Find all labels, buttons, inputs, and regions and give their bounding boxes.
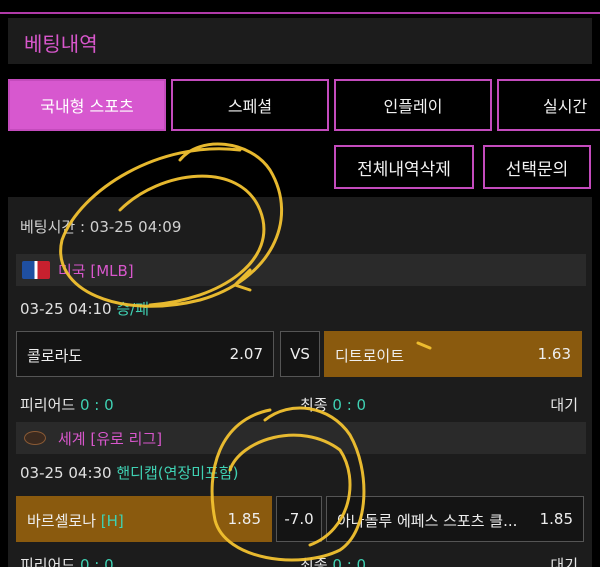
home-odd: 1.85: [227, 510, 261, 528]
period-label: 피리어드: [20, 556, 76, 567]
match-time-value: 03-25 04:10: [20, 300, 112, 318]
away-team: 디트로이트: [335, 347, 405, 365]
match-time-value: 03-25 04:30: [20, 464, 112, 482]
period-score: 0 : 0: [79, 556, 114, 567]
period-score: 0 : 0: [79, 396, 114, 414]
tab-label: 스페셜: [227, 97, 273, 116]
final-score: 0 : 0: [332, 556, 367, 567]
result-row: 피리어드 0 : 0 최종 0 : 0 대기: [20, 554, 580, 567]
bet-time: 베팅시간 : 03-25 04:09: [20, 218, 182, 236]
home-team: 콜로라도: [27, 347, 83, 365]
home-team-name: 바르셀로나: [27, 512, 97, 530]
status-badge: 대기: [550, 396, 578, 414]
away-odds-button[interactable]: 디트로이트 1.63: [324, 331, 582, 377]
delete-all-label: 전체내역삭제: [357, 159, 451, 180]
home-odds-button[interactable]: 바르셀로나 [H] 1.85: [16, 496, 272, 542]
period-label: 피리어드: [20, 396, 76, 414]
page-title: 베팅내역: [24, 32, 98, 56]
final-result: 최종 0 : 0: [300, 394, 366, 415]
market-type: 승/패: [116, 300, 150, 318]
match-time: 03-25 04:10 승/패: [20, 298, 149, 319]
inquiry-button[interactable]: 선택문의: [483, 145, 591, 189]
status-badge: 대기: [550, 556, 578, 567]
handicap-value: -7.0: [284, 510, 314, 528]
match-time: 03-25 04:30 핸디캡(연장미포함): [20, 462, 238, 483]
league-name: 미국 [MLB]: [58, 262, 134, 280]
tab-domestic-sports[interactable]: 국내형 스포츠: [8, 79, 166, 131]
home-team: 바르셀로나 [H]: [27, 510, 124, 531]
away-odd: 1.63: [537, 345, 571, 363]
inquiry-label: 선택문의: [505, 159, 569, 180]
market-type: 핸디캡(연장미포함): [116, 464, 239, 482]
vs-label: VS: [280, 331, 320, 377]
final-score: 0 : 0: [332, 396, 367, 414]
mlb-logo-icon: [22, 261, 50, 279]
handicap-tag: [H]: [100, 512, 124, 530]
tab-special[interactable]: 스페셜: [171, 79, 329, 131]
delete-all-button[interactable]: 전체내역삭제: [334, 145, 474, 189]
page-header: 베팅내역: [8, 18, 592, 64]
tab-label: 인플레이: [383, 97, 443, 116]
vs-text: VS: [290, 345, 310, 363]
league-bar: 미국 [MLB]: [16, 254, 586, 286]
handicap-line: -7.0: [276, 496, 322, 542]
final-label: 최종: [300, 396, 328, 414]
final-label: 최종: [300, 556, 328, 567]
home-odds-button[interactable]: 콜로라도 2.07: [16, 331, 274, 377]
league-bar: 세계 [유로 리그]: [16, 422, 586, 454]
tab-label: 국내형 스포츠: [40, 97, 134, 116]
away-team: 아나돌루 에페스 스포츠 클...: [337, 512, 518, 530]
away-odd: 1.85: [539, 510, 573, 528]
away-odds-button[interactable]: 아나돌루 에페스 스포츠 클... 1.85: [326, 496, 584, 542]
euroleague-logo-icon: [24, 431, 46, 445]
home-odd: 2.07: [229, 345, 263, 363]
final-result: 최종 0 : 0: [300, 554, 366, 567]
league-name: 세계 [유로 리그]: [58, 430, 163, 448]
top-divider: [0, 12, 600, 14]
tab-live[interactable]: 실시간: [497, 79, 600, 131]
tab-label: 실시간: [543, 97, 588, 116]
result-row: 피리어드 0 : 0 최종 0 : 0 대기: [20, 394, 580, 415]
tab-inplay[interactable]: 인플레이: [334, 79, 492, 131]
